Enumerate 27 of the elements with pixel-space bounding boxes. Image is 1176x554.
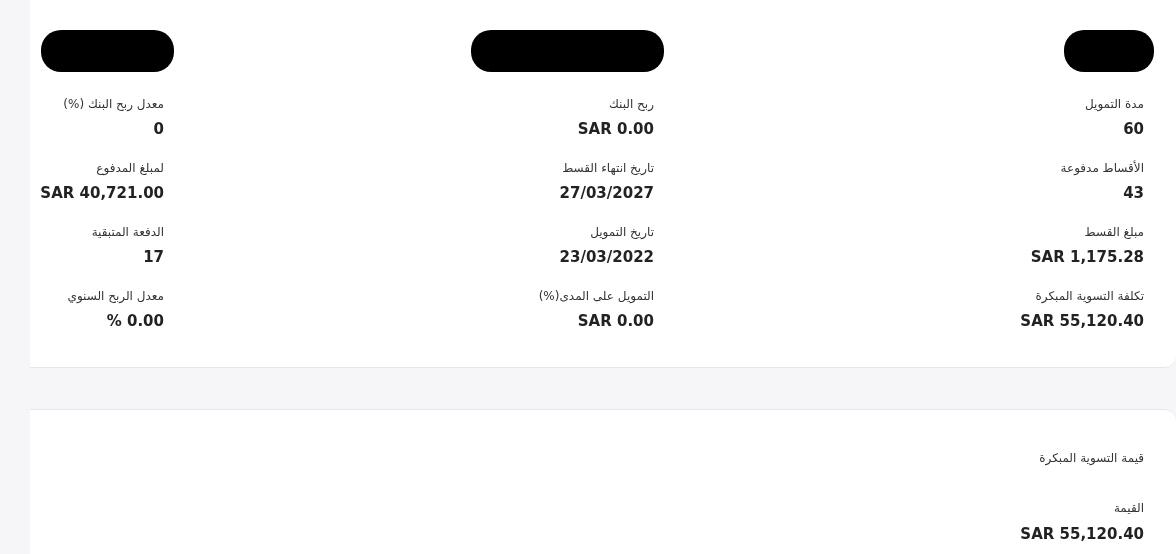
field-value: 43 bbox=[1123, 183, 1144, 203]
field-label: الأقساط مدفوعة bbox=[1060, 159, 1144, 177]
field-value: 23/03/2022 bbox=[559, 247, 654, 267]
field-value: 27/03/2027 bbox=[559, 183, 654, 203]
field-label: الدفعة المتبقية bbox=[91, 224, 164, 241]
field-value: SAR 0.00 bbox=[577, 311, 654, 331]
section-title: قيمة التسوية المبكرة bbox=[1039, 450, 1144, 468]
field-value: SAR 40,721.00 bbox=[40, 183, 164, 203]
field-label: تاريخ انتهاء القسط bbox=[562, 160, 654, 177]
field-value: SAR 1,175.28 bbox=[1030, 247, 1144, 267]
field-label: معدل الربح السنوي bbox=[67, 288, 164, 305]
field-label: مدة التمويل bbox=[1085, 96, 1144, 114]
field-label: ربح البنك bbox=[608, 96, 654, 113]
field-value: 17 bbox=[143, 247, 164, 267]
field-label: تاريخ التمويل bbox=[590, 224, 654, 242]
field-label: لمبلغ المدفوع bbox=[96, 160, 164, 178]
field-value: 60 bbox=[1123, 119, 1144, 139]
field-label: القيمة bbox=[1113, 500, 1144, 517]
field-value: SAR 0.00 bbox=[577, 119, 654, 139]
field-value: 0 bbox=[153, 119, 164, 139]
field-label: معدل ربح البنك (%) bbox=[63, 96, 164, 113]
field-value: % 0.00 bbox=[106, 311, 164, 331]
field-value: SAR 55,120.40 bbox=[1020, 524, 1144, 544]
field-label: مبلغ القسط bbox=[1084, 224, 1144, 241]
field-label: التمويل على المدى(%) bbox=[538, 288, 654, 305]
field-value: SAR 55,120.40 bbox=[1020, 311, 1144, 331]
field-label: تكلفة التسوية المبكرة bbox=[1035, 288, 1144, 305]
